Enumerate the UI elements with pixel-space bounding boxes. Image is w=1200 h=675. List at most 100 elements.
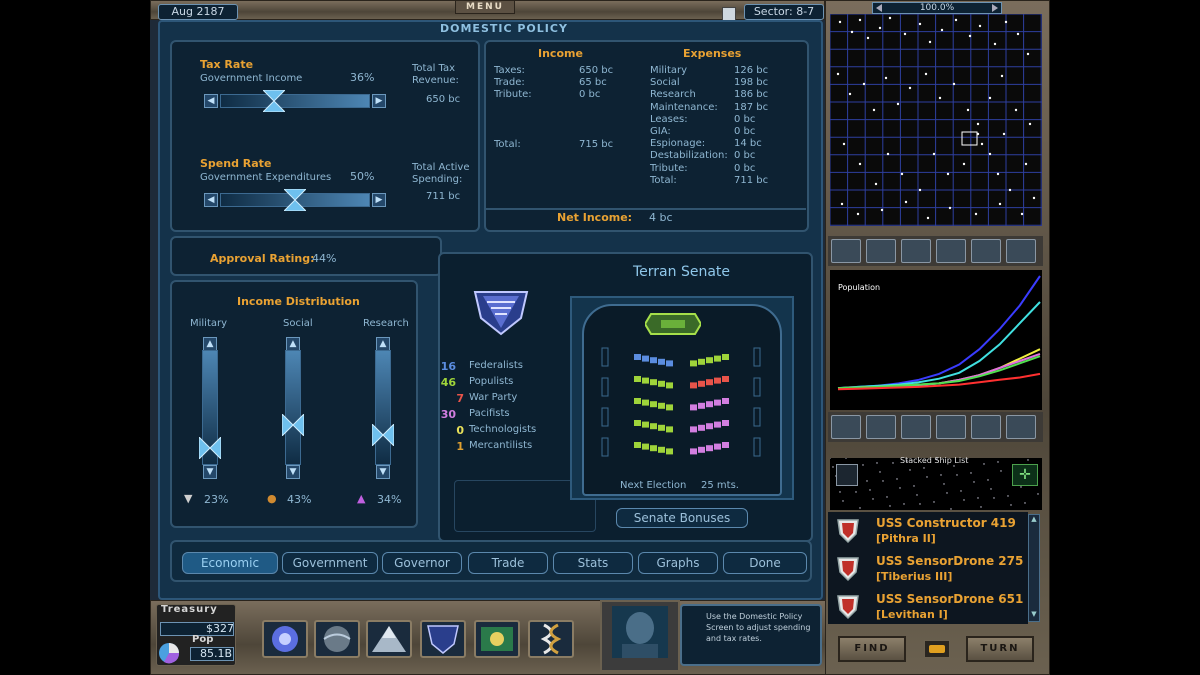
spend-decrease-arrow[interactable]: ◀ xyxy=(204,193,218,207)
scroll-down-icon[interactable]: ▼ xyxy=(1029,610,1039,620)
graph-ship-icon[interactable] xyxy=(901,415,931,439)
tax-increase-arrow[interactable]: ▶ xyxy=(372,94,386,108)
filter-target-icon[interactable] xyxy=(936,239,966,263)
scroll-up-icon[interactable]: ▲ xyxy=(1029,515,1039,525)
distribution-up-arrow[interactable]: ▲ xyxy=(203,337,217,351)
distribution-slider-knob[interactable] xyxy=(199,436,221,459)
senate-seat xyxy=(650,357,657,364)
menu-button[interactable]: MENU xyxy=(455,0,515,14)
senate-bonuses-button[interactable]: Senate Bonuses xyxy=(616,508,748,528)
spend-increase-arrow[interactable]: ▶ xyxy=(372,193,386,207)
filter-system-icon[interactable] xyxy=(831,239,861,263)
distribution-slider[interactable] xyxy=(285,350,301,465)
filter-home-icon[interactable] xyxy=(971,239,1001,263)
crosshair-icon[interactable]: ✛ xyxy=(1012,464,1038,486)
distribution-up-arrow[interactable]: ▲ xyxy=(376,337,390,351)
distribution-up-arrow[interactable]: ▲ xyxy=(286,337,300,351)
star xyxy=(858,162,862,166)
star xyxy=(966,108,970,112)
senate-seat xyxy=(714,355,721,362)
date-display: Aug 2187 xyxy=(158,4,238,20)
star xyxy=(919,503,921,505)
tab-graphs[interactable]: Graphs xyxy=(638,552,718,574)
senate-seat xyxy=(698,380,705,387)
tab-trade[interactable]: Trade xyxy=(468,552,548,574)
star xyxy=(988,152,992,156)
graph-fleet-icon[interactable] xyxy=(866,415,896,439)
star xyxy=(882,480,884,482)
ship-stack-icon[interactable] xyxy=(836,464,858,486)
zoom-in-icon[interactable] xyxy=(992,4,998,12)
filter-list-icon[interactable] xyxy=(1006,239,1036,263)
shield-emblem-icon[interactable] xyxy=(420,620,466,658)
party-count: 7 xyxy=(456,392,464,405)
star xyxy=(872,108,876,112)
graph-title: Population xyxy=(838,283,881,292)
graph-map-icon[interactable] xyxy=(971,415,1001,439)
distribution-down-arrow[interactable]: ▼ xyxy=(286,465,300,479)
distribution-down-arrow[interactable]: ▼ xyxy=(376,465,390,479)
trade-icon[interactable] xyxy=(474,620,520,658)
star xyxy=(848,92,852,96)
star xyxy=(952,82,956,86)
tab-stats[interactable]: Stats xyxy=(553,552,633,574)
senate-seat xyxy=(666,404,673,411)
star xyxy=(1024,502,1026,504)
senate-seat xyxy=(690,360,697,367)
senate-seat xyxy=(722,442,729,448)
star xyxy=(1008,188,1012,192)
star xyxy=(993,42,997,46)
star xyxy=(924,72,928,76)
pyramid-icon[interactable] xyxy=(366,620,412,658)
star xyxy=(918,22,922,26)
zoom-out-icon[interactable] xyxy=(876,4,882,12)
star xyxy=(842,500,844,502)
gallery-bench xyxy=(753,407,761,427)
star xyxy=(976,122,980,126)
graph-home-icon[interactable] xyxy=(831,415,861,439)
star xyxy=(842,142,846,146)
tab-government[interactable]: Government xyxy=(282,552,378,574)
tax-rate-slider[interactable] xyxy=(220,94,370,108)
tab-governor[interactable]: Governor xyxy=(382,552,462,574)
spend-slider-knob[interactable] xyxy=(284,189,306,211)
planet-icon[interactable] xyxy=(314,620,360,658)
distribution-slider[interactable] xyxy=(375,350,391,465)
galaxy-icon[interactable] xyxy=(262,620,308,658)
tax-decrease-arrow[interactable]: ◀ xyxy=(204,94,218,108)
star xyxy=(940,474,942,476)
tab-done[interactable]: Done xyxy=(723,552,807,574)
filter-pyramid-icon[interactable] xyxy=(901,239,931,263)
senate-seat xyxy=(634,376,641,382)
distribution-slider-knob[interactable] xyxy=(282,413,304,436)
senate-seat xyxy=(666,360,673,367)
filter-planet-icon[interactable] xyxy=(866,239,896,263)
tax-slider-knob[interactable] xyxy=(263,90,285,112)
ship-starfield xyxy=(830,458,1042,510)
find-button[interactable]: FIND xyxy=(838,636,906,662)
star xyxy=(938,96,942,100)
dna-icon[interactable] xyxy=(528,620,574,658)
distribution-down-arrow[interactable]: ▼ xyxy=(203,465,217,479)
star xyxy=(948,206,952,210)
graph-alien-icon[interactable] xyxy=(1006,415,1036,439)
party-count: 16 xyxy=(440,360,456,373)
graph-research-icon[interactable] xyxy=(936,415,966,439)
star xyxy=(946,492,948,494)
expense-row-value: 0 bc xyxy=(734,162,756,174)
galaxy-minimap[interactable] xyxy=(830,14,1042,226)
spend-rate-title: Spend Rate xyxy=(200,157,272,170)
senate-seat xyxy=(634,420,641,426)
senate-seat xyxy=(666,382,673,389)
party-name: War Party xyxy=(469,392,518,403)
senate-seat xyxy=(642,377,649,384)
party-count: 30 xyxy=(440,408,456,421)
distribution-slider-knob[interactable] xyxy=(372,423,394,446)
turn-button[interactable]: TURN xyxy=(966,636,1034,662)
advisor-icon xyxy=(612,606,668,658)
senate-seat xyxy=(722,398,729,404)
grid-icon[interactable] xyxy=(722,7,736,21)
ship-list-scrollbar[interactable] xyxy=(1028,514,1040,622)
party-count: 46 xyxy=(440,376,456,389)
tab-economic[interactable]: Economic xyxy=(182,552,278,574)
